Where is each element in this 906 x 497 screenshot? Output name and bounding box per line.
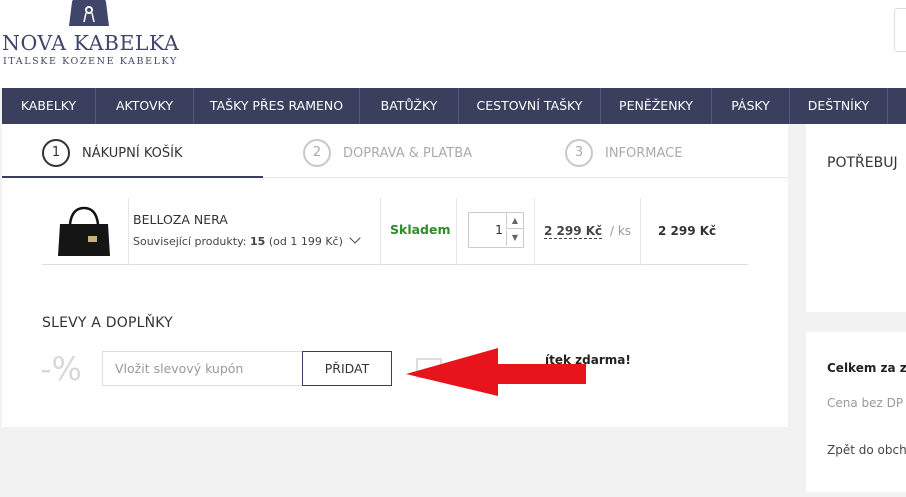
summary-title: Celkem za zb [827, 361, 906, 375]
order-summary-panel: Celkem za zb Cena bez DP Zpět do obcho [806, 332, 906, 492]
price-without-vat: Cena bez DP [827, 396, 904, 410]
nav-item-destniky[interactable]: DEŠTNÍKY [790, 88, 888, 124]
logo-name: NOVA KABELKA [2, 31, 180, 55]
nav-item-penezenky[interactable]: PENĚŽENKY [601, 88, 712, 124]
step-shipping-payment[interactable]: 2 DOPRAVA & PLATBA [303, 138, 472, 168]
discounts-title: SLEVY A DOPLŇKY [42, 315, 173, 331]
unit-price-cell [535, 198, 641, 265]
header-search-box[interactable] [894, 8, 906, 52]
site-header: NOVA KABELKA ITALSKE KOZENE KABELKY [0, 0, 906, 88]
active-step-underline [2, 176, 263, 178]
back-to-shop-link[interactable]: Zpět do obcho [827, 443, 906, 457]
line-total: 2 299 Kč [658, 224, 717, 238]
help-title: POTŘEBUJ [827, 155, 898, 171]
cart-panel: 1 NÁKUPNÍ KOŠÍK 2 DOPRAVA & PLATBA 3 INF… [2, 124, 788, 427]
main-nav: KABELKY AKTOVKY TAŠKY PŘES RAMENO BATŮŽK… [2, 88, 906, 124]
nav-item-batuzky[interactable]: BATŮŽKY [360, 88, 459, 124]
step-information[interactable]: 3 INFORMACE [565, 138, 682, 168]
step-label: INFORMACE [605, 145, 683, 161]
nav-item-kabelky[interactable]: KABELKY [2, 88, 96, 124]
handbag-logo-icon [69, 0, 109, 26]
product-image-cell [42, 198, 129, 265]
step-label: NÁKUPNÍ KOŠÍK [82, 145, 183, 161]
cart-item-row: BELLOZA NERA Související produkty: 15 (o… [42, 198, 748, 265]
stock-cell [381, 198, 457, 265]
nav-item-aktovky[interactable]: AKTOVKY [96, 88, 194, 124]
step-number: 1 [42, 139, 70, 167]
coupon-input[interactable] [102, 351, 304, 386]
percent-icon: -% [40, 350, 82, 388]
help-panel: POTŘEBUJ [806, 124, 906, 312]
product-info-cell [129, 198, 381, 265]
nav-item-tasky-pres-rameno[interactable]: TAŠKY PŘES RAMENO [194, 88, 360, 124]
checkout-steps: 1 NÁKUPNÍ KOŠÍK 2 DOPRAVA & PLATBA 3 INF… [2, 124, 788, 178]
red-arrow-annotation-icon [406, 348, 586, 396]
logo-tagline: ITALSKE KOZENE KABELKY [3, 56, 178, 67]
step-label: DOPRAVA & PLATBA [343, 145, 473, 161]
quantity-cell [457, 198, 535, 265]
nav-item-pasky[interactable]: PÁSKY [712, 88, 790, 124]
step-number: 2 [303, 139, 331, 167]
add-coupon-button[interactable]: PŘIDAT [302, 351, 392, 386]
step-number: 3 [565, 139, 593, 167]
step-cart[interactable]: 1 NÁKUPNÍ KOŠÍK [42, 138, 183, 168]
nav-item-cestovni-tasky[interactable]: CESTOVNÍ TAŠKY [459, 88, 601, 124]
